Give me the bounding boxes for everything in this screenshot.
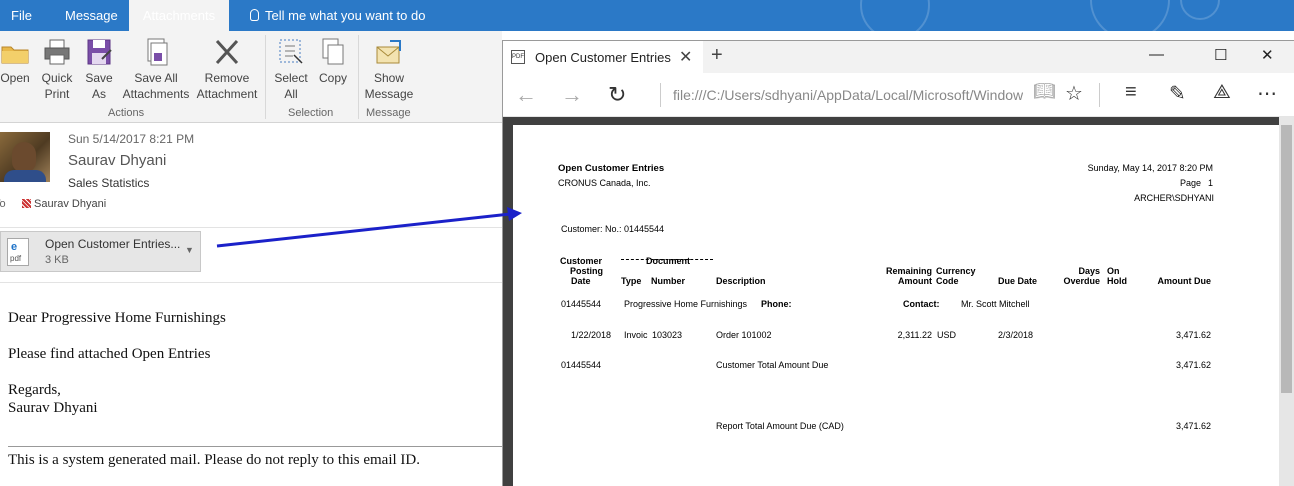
annotation-arrow: [216, 207, 522, 248]
